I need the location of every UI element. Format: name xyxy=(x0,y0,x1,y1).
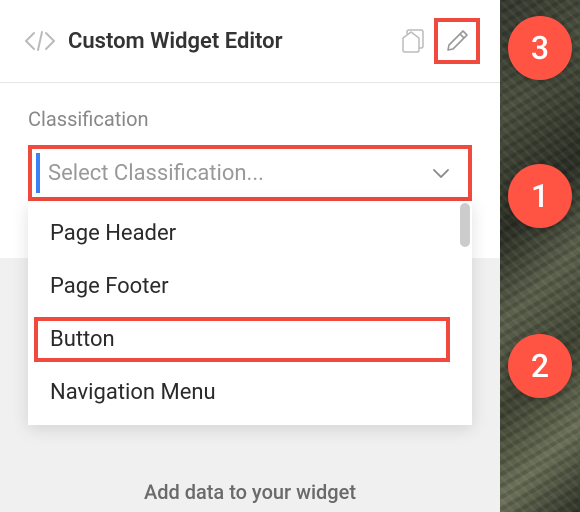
add-data-label: Add data to your widget xyxy=(0,480,500,504)
scrollbar-thumb[interactable] xyxy=(460,203,470,247)
page-title: Custom Widget Editor xyxy=(68,29,283,54)
classification-label: Classification xyxy=(28,107,472,131)
option-navigation-menu[interactable]: Navigation Menu xyxy=(28,366,472,419)
code-icon xyxy=(20,27,60,55)
option-page-footer[interactable]: Page Footer xyxy=(28,260,472,313)
clipboard-icon[interactable] xyxy=(398,26,428,56)
classification-select[interactable]: Select Classification... xyxy=(28,145,472,201)
select-placeholder: Select Classification... xyxy=(48,161,430,186)
body: Classification Select Classification... … xyxy=(0,83,500,201)
option-button[interactable]: Button xyxy=(28,313,472,366)
option-page-header[interactable]: Page Header xyxy=(28,207,472,260)
edit-button[interactable] xyxy=(434,18,480,64)
callout-2: 2 xyxy=(508,334,572,398)
chevron-down-icon xyxy=(430,162,452,184)
classification-dropdown: Page Header Page Footer Button Navigatio… xyxy=(28,201,472,425)
editor-panel: Custom Widget Editor Add data to your xyxy=(0,0,500,512)
callout-1: 1 xyxy=(508,164,572,228)
callout-3: 3 xyxy=(508,16,572,80)
header: Custom Widget Editor xyxy=(0,0,500,83)
pencil-icon xyxy=(443,27,471,55)
preview-strip: 3 1 2 xyxy=(500,0,580,512)
